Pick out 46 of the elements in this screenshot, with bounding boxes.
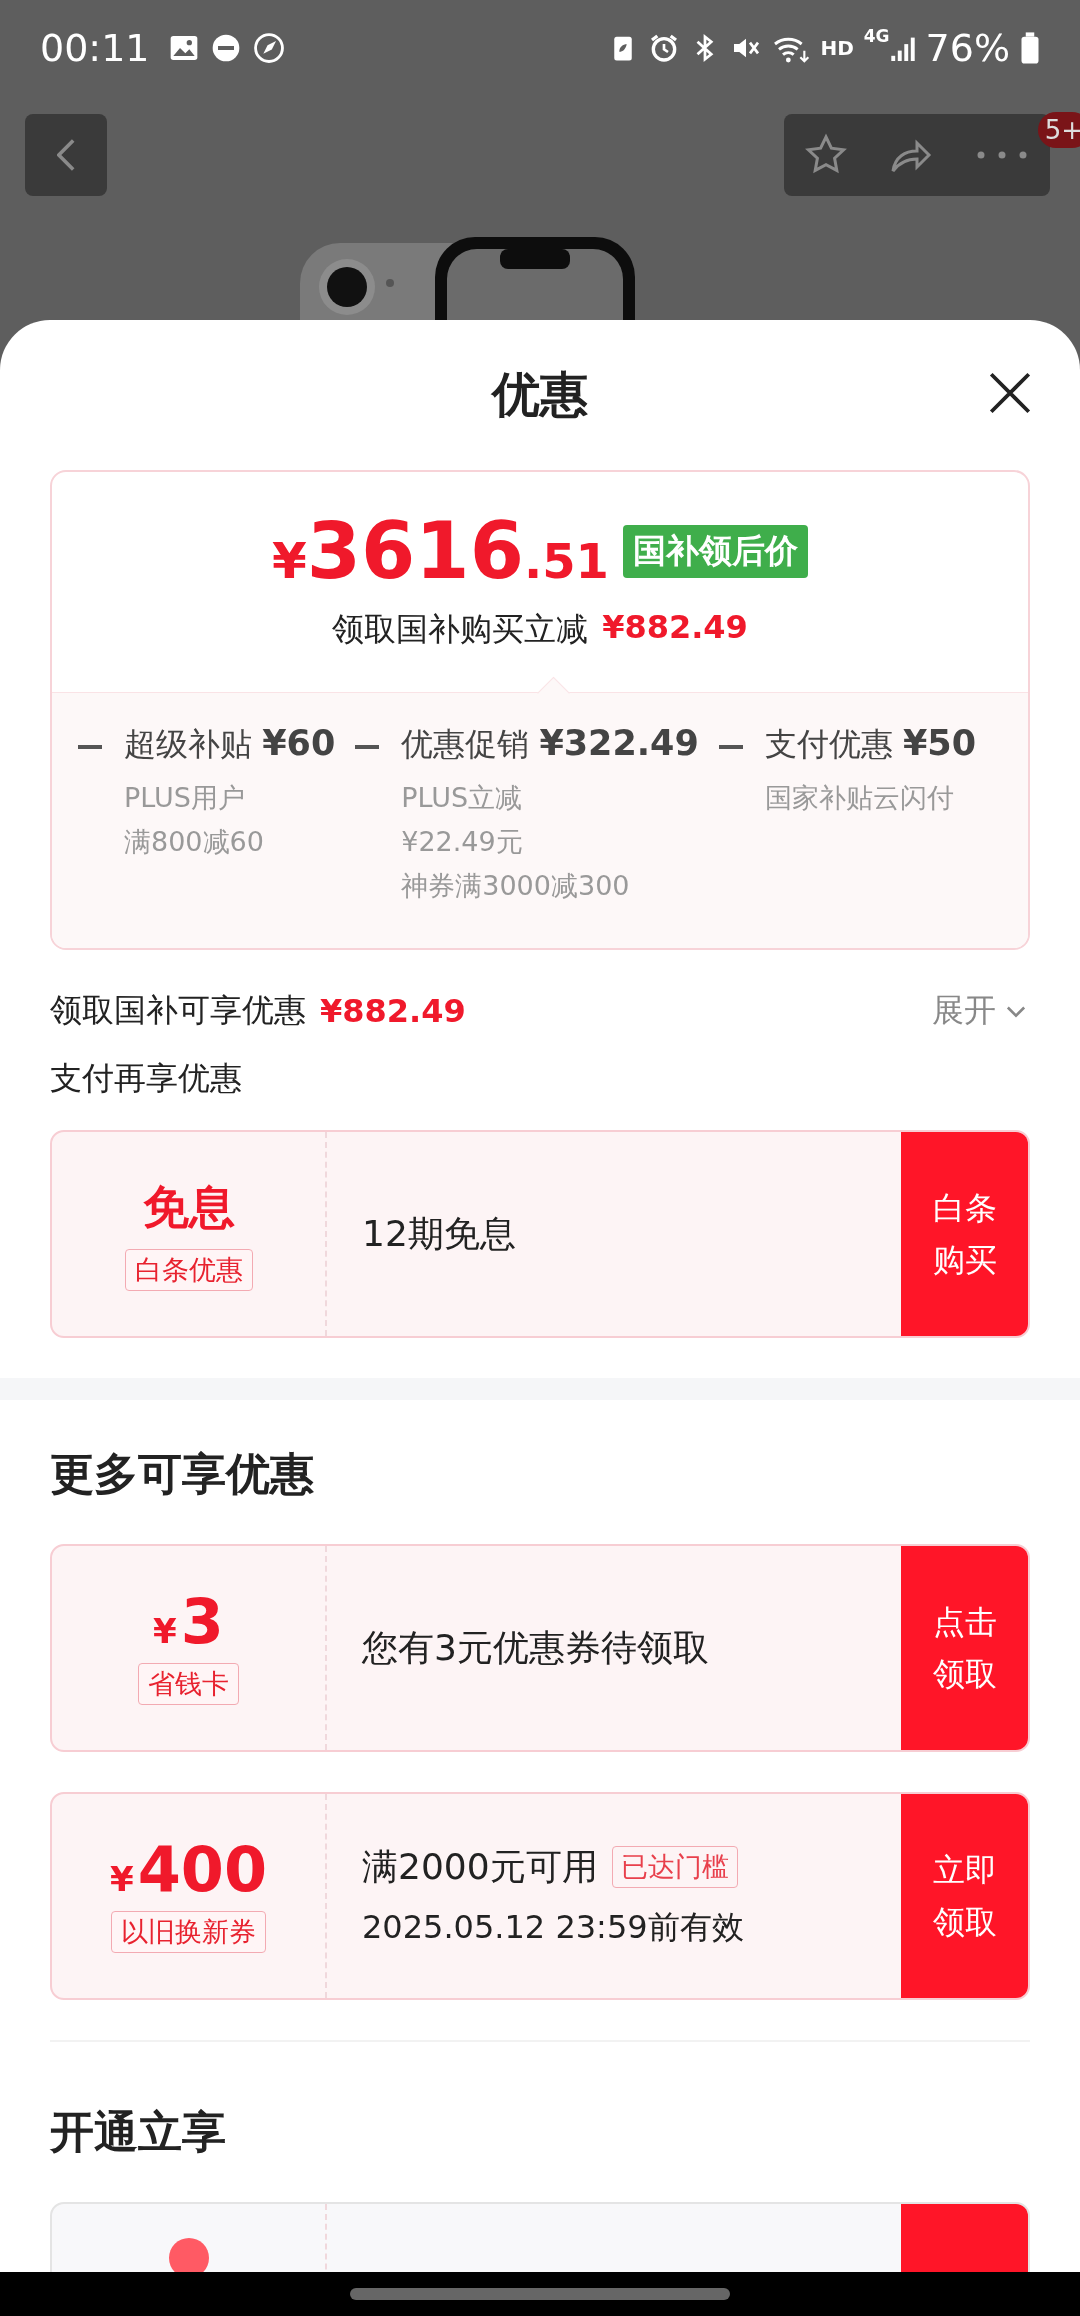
coupon-tag: 省钱卡	[138, 1663, 239, 1705]
coupon-headline: 免息	[142, 1179, 235, 1236]
coupon-validity: 2025.05.12 23:59前有效	[362, 1906, 745, 1948]
coupon-tag: 白条优惠	[124, 1249, 253, 1291]
discount-note: PLUS用户	[124, 781, 246, 815]
subsidy-badge: 国补领后价	[622, 524, 808, 578]
minus-icon	[355, 745, 380, 749]
network-label: 4G	[863, 26, 890, 46]
threshold-tag: 已达门槛	[611, 1846, 738, 1888]
saving-label: 领取国补购买立减	[332, 609, 589, 650]
coupon-amount: ¥400	[109, 1839, 268, 1901]
discount-note: PLUS立减	[401, 781, 524, 815]
discount-title: 支付优惠 ¥50	[764, 723, 977, 765]
coupon-description: 您有3元优惠券待领取	[362, 1625, 709, 1670]
discount-note: 满800减60	[124, 825, 265, 859]
coupon-amount: ¥3	[153, 1591, 224, 1653]
coupon-button[interactable]: 白条购买	[901, 1132, 1028, 1336]
summary-label: 领取国补可享优惠	[50, 990, 306, 1031]
section-title: 开通立享	[50, 2105, 227, 2159]
saving-amount: ¥882.49	[602, 608, 748, 648]
section-title: 支付再享优惠	[50, 1058, 243, 1099]
minus-icon	[78, 745, 102, 749]
sheet-title: 优惠	[492, 365, 588, 424]
coupon-description: 满2000元可用	[362, 1844, 598, 1889]
chevron-left-icon	[57, 138, 75, 172]
hd-label: HD	[820, 35, 854, 60]
discount-title: 超级补贴 ¥60	[124, 723, 336, 765]
price: ¥3616.51	[272, 512, 609, 590]
discount-note: ¥22.49元	[401, 825, 524, 859]
coupon-tag: 以旧换新券	[111, 1911, 266, 1953]
expand-toggle[interactable]: 展开	[932, 989, 1030, 1033]
minus-icon	[718, 745, 743, 749]
battery-icon	[1020, 30, 1040, 65]
coupon-description: 12期免息	[362, 1211, 516, 1256]
status-time: 00:11	[40, 25, 150, 70]
section-title: 更多可享优惠	[50, 1447, 315, 1501]
coupon-dot-icon	[168, 2238, 209, 2272]
notification-badge: 5+	[1037, 112, 1080, 148]
summary-amount: ¥882.49	[320, 992, 466, 1030]
discount-note: 国家补贴云闪付	[764, 781, 955, 815]
coupon-button[interactable]: 点击领取	[901, 1546, 1028, 1750]
battery-percent: 76%	[925, 25, 1010, 70]
coupon-button[interactable]: 立即领取	[901, 1794, 1028, 1998]
discount-note: 神券满3000减300	[401, 869, 631, 903]
discount-title: 优惠促销 ¥322.49	[401, 723, 699, 765]
back-button[interactable]	[25, 114, 107, 196]
